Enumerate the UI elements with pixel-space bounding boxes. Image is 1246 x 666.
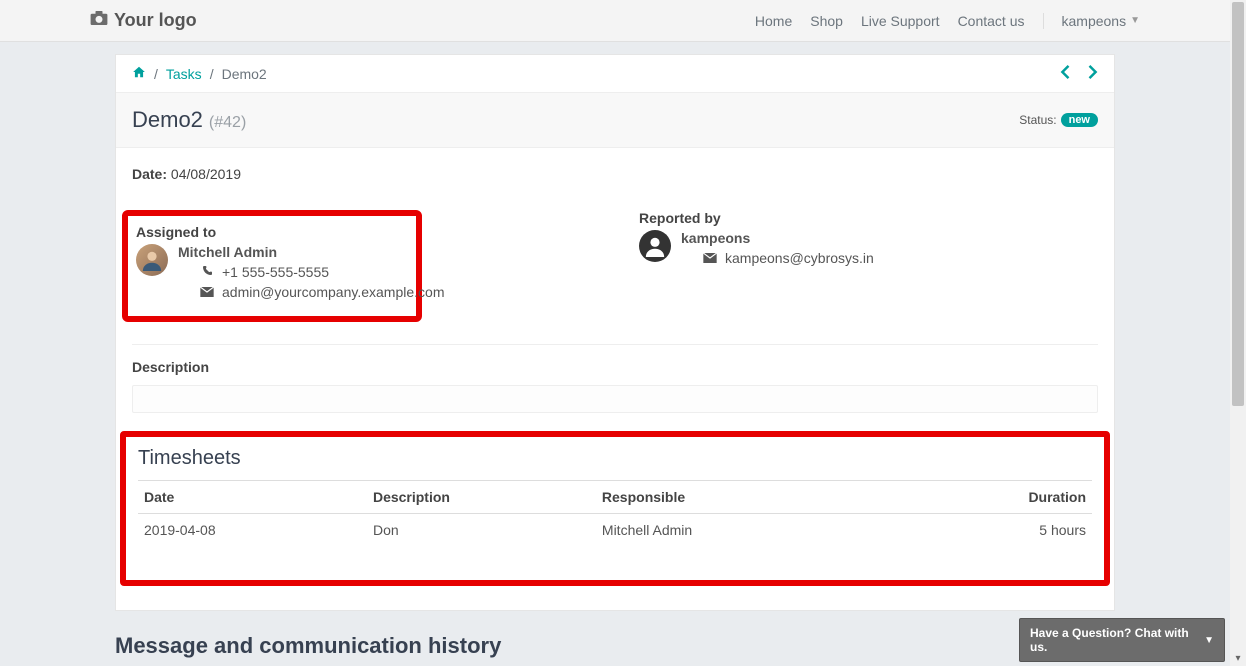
table-row: 2019-04-08 Don Mitchell Admin 5 hours <box>138 514 1092 547</box>
chevron-left-icon <box>1060 65 1070 79</box>
reported-email-line: kampeons@cybrosys.in <box>681 250 874 266</box>
email-icon <box>200 284 214 300</box>
timesheets-highlight: Timesheets Date Description Responsible … <box>120 431 1110 586</box>
top-navbar: Your logo Home Shop Live Support Contact… <box>0 0 1230 42</box>
brand-logo[interactable]: Your logo <box>90 10 197 31</box>
scrollbar-down-button[interactable]: ▾ <box>1230 650 1246 666</box>
task-id: (#42) <box>209 114 246 132</box>
chat-widget[interactable]: Have a Question? Chat with us. ▼ <box>1019 618 1225 662</box>
timesheets-heading: Timesheets <box>138 447 1092 470</box>
messages-heading: Message and communication history <box>115 633 1115 659</box>
task-date: Date: 04/08/2019 <box>132 166 1098 182</box>
user-name: kampeons <box>1062 13 1127 29</box>
task-title: Demo2 <box>132 107 203 133</box>
assigned-person: Mitchell Admin +1 555-555-5555 <box>136 244 408 300</box>
assigned-to-highlight: Assigned to Mitchell Admin <box>122 210 422 322</box>
timesheets-table: Date Description Responsible Duration 20… <box>138 480 1092 546</box>
email-icon <box>703 250 717 266</box>
nav-shop[interactable]: Shop <box>810 13 843 29</box>
page-title: Demo2 (#42) <box>132 107 246 133</box>
th-duration: Duration <box>939 481 1092 514</box>
scrollbar-track[interactable]: ▾ <box>1230 0 1246 666</box>
reported-label: Reported by <box>639 210 1098 226</box>
date-label: Date: <box>132 166 167 182</box>
assigned-label: Assigned to <box>136 224 408 240</box>
top-nav-links: Home Shop Live Support Contact us kampeo… <box>755 13 1140 29</box>
cell-duration: 5 hours <box>939 514 1092 547</box>
breadcrumb-tasks[interactable]: Tasks <box>166 66 202 82</box>
description-content <box>132 385 1098 413</box>
chat-text: Have a Question? Chat with us. <box>1030 626 1204 654</box>
th-description: Description <box>367 481 596 514</box>
th-date: Date <box>138 481 367 514</box>
cell-description: Don <box>367 514 596 547</box>
pager-prev[interactable] <box>1060 65 1070 82</box>
nav-contact-us[interactable]: Contact us <box>958 13 1025 29</box>
chevron-down-icon: ▼ <box>1204 635 1214 646</box>
home-icon <box>132 65 146 79</box>
cell-date: 2019-04-08 <box>138 514 367 547</box>
assigned-avatar <box>136 244 168 276</box>
scrollbar-thumb[interactable] <box>1232 2 1244 406</box>
phone-icon <box>200 264 214 280</box>
brand-text: Your logo <box>114 10 197 31</box>
status-label: Status: <box>1019 113 1056 127</box>
assigned-email: admin@yourcompany.example.com <box>222 284 445 300</box>
nav-home[interactable]: Home <box>755 13 792 29</box>
breadcrumb-home[interactable] <box>132 65 146 82</box>
status: Status: new <box>1019 113 1098 127</box>
breadcrumb-current: Demo2 <box>222 66 267 82</box>
date-value: 04/08/2019 <box>171 166 241 182</box>
status-badge: new <box>1061 113 1098 127</box>
th-responsible: Responsible <box>596 481 939 514</box>
pager-next[interactable] <box>1088 65 1098 82</box>
assigned-email-line: admin@yourcompany.example.com <box>178 284 445 300</box>
user-menu[interactable]: kampeons ▼ <box>1043 13 1141 29</box>
assigned-phone: +1 555-555-5555 <box>222 264 329 280</box>
reported-email: kampeons@cybrosys.in <box>725 250 874 266</box>
assigned-name: Mitchell Admin <box>178 244 445 260</box>
reported-person: kampeons kampeons@cybrosys.in <box>639 230 1098 266</box>
description-label: Description <box>132 359 1098 375</box>
breadcrumb: / Tasks / Demo2 <box>132 65 267 82</box>
pager <box>1060 65 1098 82</box>
camera-icon <box>90 11 108 30</box>
chevron-down-icon: ▼ <box>1130 15 1140 26</box>
reported-name: kampeons <box>681 230 874 246</box>
reported-avatar <box>639 230 671 262</box>
cell-responsible: Mitchell Admin <box>596 514 939 547</box>
nav-live-support[interactable]: Live Support <box>861 13 940 29</box>
chevron-right-icon <box>1088 65 1098 79</box>
assigned-phone-line: +1 555-555-5555 <box>178 264 445 280</box>
